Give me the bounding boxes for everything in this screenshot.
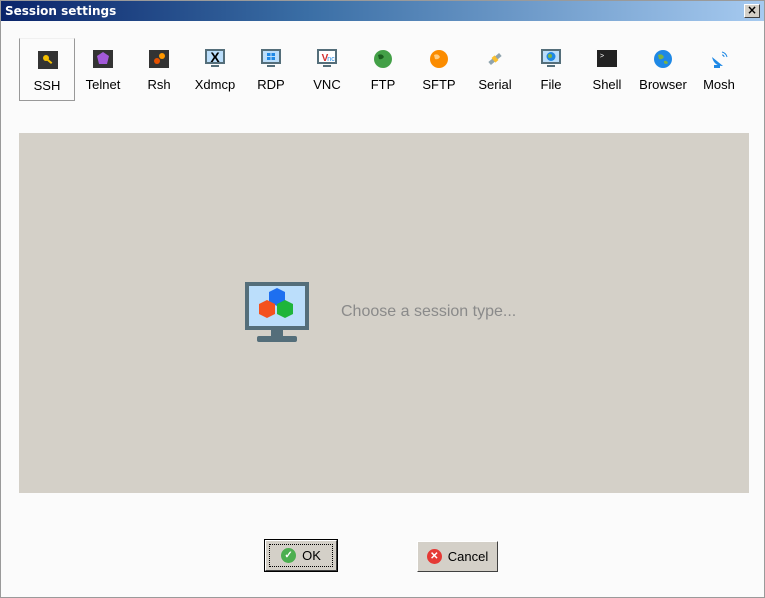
session-panel: Choose a session type... [19,133,749,493]
green-globe-icon [374,50,392,68]
cancel-label: Cancel [447,549,489,564]
terminal-icon: > [597,50,617,67]
window-title: Session settings [5,4,117,18]
session-type-vnc[interactable]: Vnc VNC [299,38,355,101]
choose-session-hint: Choose a session type... [341,303,517,320]
session-type-rdp[interactable]: RDP [243,38,299,101]
session-type-file[interactable]: File [523,38,579,101]
gears-icon [149,50,169,68]
session-type-label: Mosh [703,77,735,92]
session-cubes-monitor-icon [245,282,309,342]
session-type-telnet[interactable]: Telnet [75,38,131,101]
session-type-label: RDP [257,77,285,92]
session-type-mosh[interactable]: Mosh [691,38,747,101]
session-type-label: File [540,77,562,92]
session-type-label: Rsh [147,77,171,92]
session-type-label: Xdmcp [194,77,236,92]
plug-icon [488,52,502,66]
session-type-label: FTP [370,77,396,92]
session-type-sftp[interactable]: SFTP [411,38,467,101]
session-type-shell[interactable]: > Shell [579,38,635,101]
windows-monitor-icon [261,49,281,67]
svg-text:>: > [600,53,604,60]
gem-icon [93,50,113,68]
session-type-label: Shell [592,77,622,92]
globe-monitor-icon [541,49,561,67]
satellite-dish-icon [712,51,728,68]
svg-text:X: X [210,49,220,65]
session-settings-dialog: Session settings × SSH Telnet Rsh X Xdmcp RDP… [0,0,765,598]
session-type-ssh[interactable]: SSH [19,38,75,101]
vnc-icon: Vnc [317,49,337,67]
session-type-ftp[interactable]: FTP [355,38,411,101]
session-type-xdmcp[interactable]: X Xdmcp [187,38,243,101]
blue-globe-icon [654,50,672,68]
session-type-label: Telnet [85,77,121,92]
session-type-serial[interactable]: Serial [467,38,523,101]
session-type-label: VNC [313,77,341,92]
orange-globe-icon [430,50,448,68]
ok-button[interactable]: ✓ OK [264,539,338,572]
session-type-label: SSH [33,78,61,93]
key-icon [38,51,58,69]
svg-text:nc: nc [327,56,335,63]
x-monitor-icon: X [205,49,225,67]
session-type-label: SFTP [422,77,456,92]
session-type-rsh[interactable]: Rsh [131,38,187,101]
cancel-x-icon: ✕ [426,549,442,564]
session-type-label: Browser [639,77,687,92]
close-button[interactable]: × [744,4,760,18]
session-type-label: Serial [478,77,512,92]
session-type-browser[interactable]: Browser [635,38,691,101]
cancel-button[interactable]: ✕ Cancel [417,541,498,572]
title-bar: Session settings × [1,1,764,21]
